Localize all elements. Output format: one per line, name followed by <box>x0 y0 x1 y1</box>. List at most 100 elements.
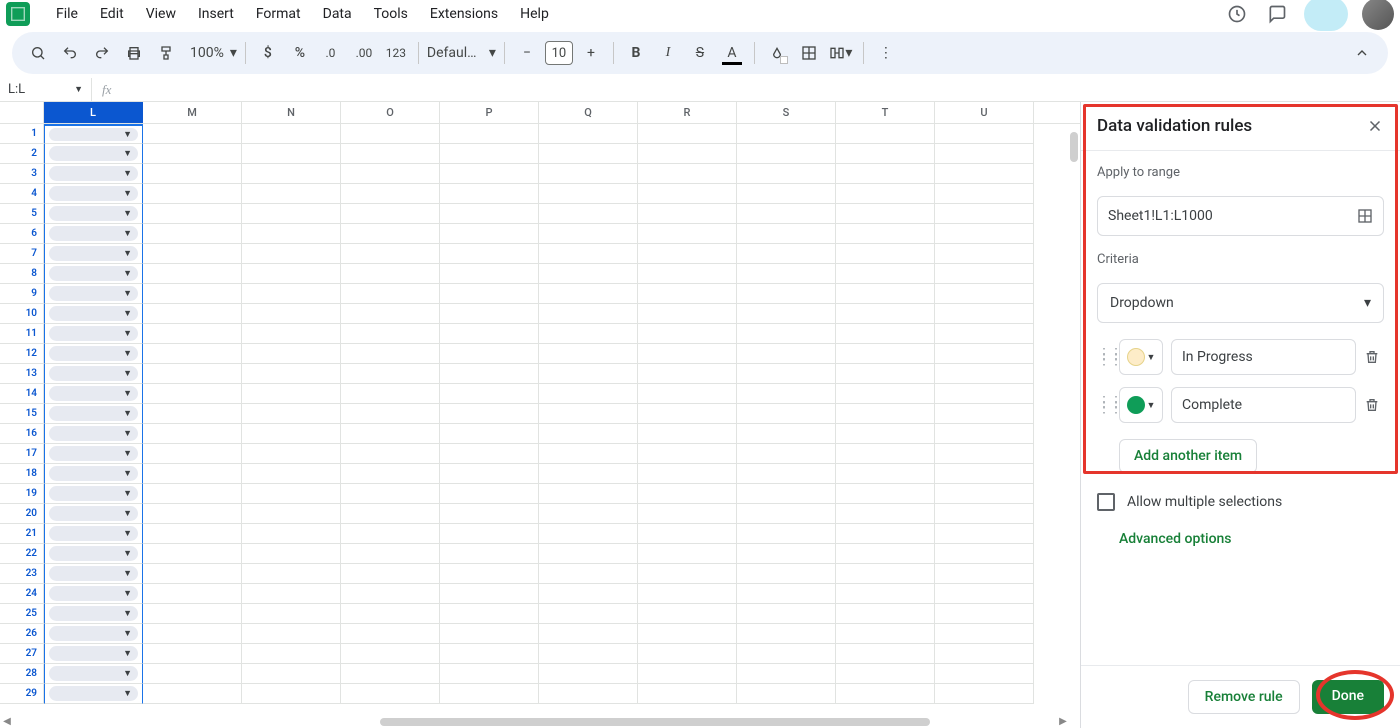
cell[interactable] <box>341 144 440 164</box>
fill-color-button[interactable] <box>763 39 791 67</box>
dropdown-chip[interactable]: ▼ <box>49 146 138 161</box>
cell[interactable] <box>539 344 638 364</box>
cell[interactable] <box>836 444 935 464</box>
cell[interactable]: ▼ <box>44 504 143 524</box>
cell[interactable] <box>737 344 836 364</box>
cell[interactable] <box>935 204 1034 224</box>
font-family-dropdown[interactable]: Defaul…▾ <box>427 39 496 67</box>
cell[interactable] <box>737 284 836 304</box>
column-header-O[interactable]: O <box>341 102 440 123</box>
cell[interactable] <box>836 364 935 384</box>
cell[interactable] <box>539 484 638 504</box>
row-header[interactable]: 14 <box>0 384 44 404</box>
share-button[interactable] <box>1304 0 1348 31</box>
cell[interactable] <box>539 364 638 384</box>
row-header[interactable]: 26 <box>0 624 44 644</box>
cell[interactable] <box>737 664 836 684</box>
cell[interactable] <box>440 684 539 704</box>
dropdown-chip[interactable]: ▼ <box>49 166 138 181</box>
row-header[interactable]: 6 <box>0 224 44 244</box>
cell[interactable]: ▼ <box>44 364 143 384</box>
cell[interactable] <box>143 324 242 344</box>
cell[interactable] <box>539 624 638 644</box>
menu-file[interactable]: File <box>46 2 88 26</box>
cell[interactable] <box>242 344 341 364</box>
cell[interactable]: ▼ <box>44 124 143 144</box>
borders-button[interactable] <box>795 39 823 67</box>
cell[interactable] <box>836 404 935 424</box>
cell[interactable] <box>341 204 440 224</box>
menu-insert[interactable]: Insert <box>188 2 244 26</box>
dropdown-chip[interactable]: ▼ <box>49 586 138 601</box>
cell[interactable] <box>341 424 440 444</box>
format-currency-button[interactable]: $ <box>254 39 282 67</box>
cell[interactable] <box>737 124 836 144</box>
cell[interactable] <box>836 604 935 624</box>
cell[interactable] <box>143 404 242 424</box>
collapse-toolbar-icon[interactable] <box>1348 39 1376 67</box>
cell[interactable] <box>737 584 836 604</box>
cell[interactable] <box>935 624 1034 644</box>
dropdown-chip[interactable]: ▼ <box>49 566 138 581</box>
dropdown-chip[interactable]: ▼ <box>49 506 138 521</box>
cell[interactable] <box>242 444 341 464</box>
cell[interactable] <box>440 164 539 184</box>
decrease-decimal-button[interactable]: .0 <box>318 39 346 67</box>
row-header[interactable]: 20 <box>0 504 44 524</box>
cell[interactable] <box>242 124 341 144</box>
dropdown-chip[interactable]: ▼ <box>49 128 138 141</box>
cell[interactable] <box>638 124 737 144</box>
cell[interactable] <box>935 164 1034 184</box>
cell[interactable] <box>935 484 1034 504</box>
cell[interactable] <box>242 624 341 644</box>
cell[interactable] <box>440 344 539 364</box>
cell[interactable] <box>638 484 737 504</box>
cell[interactable]: ▼ <box>44 304 143 324</box>
row-header[interactable]: 9 <box>0 284 44 304</box>
cell[interactable] <box>440 444 539 464</box>
zoom-dropdown[interactable]: 100%▾ <box>184 39 237 67</box>
cell[interactable] <box>935 464 1034 484</box>
cell[interactable] <box>143 164 242 184</box>
cell[interactable] <box>836 384 935 404</box>
vertical-scrollbar[interactable] <box>1070 132 1078 162</box>
dropdown-chip[interactable]: ▼ <box>49 666 138 681</box>
cell[interactable] <box>341 124 440 144</box>
cell[interactable] <box>836 684 935 704</box>
cell[interactable] <box>935 584 1034 604</box>
cell[interactable] <box>539 124 638 144</box>
cell[interactable] <box>242 604 341 624</box>
cell[interactable] <box>440 484 539 504</box>
cell[interactable] <box>440 284 539 304</box>
dropdown-chip[interactable]: ▼ <box>49 526 138 541</box>
cell[interactable] <box>242 244 341 264</box>
cell[interactable] <box>440 184 539 204</box>
cell[interactable] <box>638 544 737 564</box>
cell[interactable] <box>836 224 935 244</box>
cell[interactable] <box>935 324 1034 344</box>
cell[interactable] <box>242 184 341 204</box>
column-header-S[interactable]: S <box>737 102 836 123</box>
cell[interactable] <box>539 304 638 324</box>
cell[interactable] <box>143 344 242 364</box>
cell[interactable]: ▼ <box>44 424 143 444</box>
history-icon[interactable] <box>1224 1 1250 27</box>
cell[interactable] <box>836 644 935 664</box>
cell[interactable] <box>737 624 836 644</box>
cell[interactable]: ▼ <box>44 524 143 544</box>
cell[interactable]: ▼ <box>44 624 143 644</box>
cell[interactable] <box>341 564 440 584</box>
cell[interactable] <box>242 144 341 164</box>
dropdown-chip[interactable]: ▼ <box>49 246 138 261</box>
more-tools-button[interactable]: ⋮ <box>872 39 900 67</box>
cell[interactable] <box>143 144 242 164</box>
cell[interactable] <box>341 624 440 644</box>
cell[interactable] <box>539 164 638 184</box>
cell[interactable] <box>242 544 341 564</box>
cell[interactable]: ▼ <box>44 284 143 304</box>
cell[interactable] <box>143 604 242 624</box>
cell[interactable] <box>737 204 836 224</box>
select-range-icon[interactable] <box>1357 208 1373 224</box>
cell[interactable] <box>638 324 737 344</box>
cell[interactable] <box>638 224 737 244</box>
